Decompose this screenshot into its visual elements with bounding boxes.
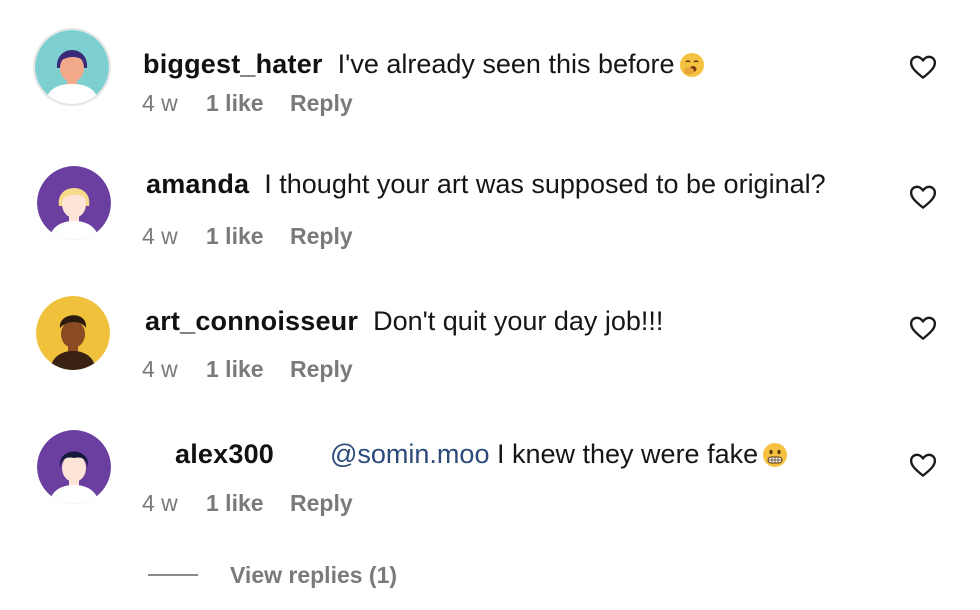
user-avatar-icon <box>37 166 111 240</box>
like-button[interactable] <box>908 182 938 212</box>
grimacing-face-emoji-icon <box>762 442 788 475</box>
avatar[interactable] <box>37 166 111 240</box>
comment-age: 4 w <box>142 490 178 516</box>
comment-text: alex300 <box>175 438 274 470</box>
comment-message: I thought your art was supposed to be or… <box>264 169 826 199</box>
comment-text: @somin.moo I knew they were fake <box>330 438 788 475</box>
comment-age: 4 w <box>142 223 178 249</box>
replies-divider <box>148 574 198 576</box>
comment-message: Don't quit your day job!!! <box>373 306 664 336</box>
like-button[interactable] <box>908 450 938 480</box>
user-avatar-icon <box>37 430 111 504</box>
like-count[interactable]: 1 like <box>206 223 290 250</box>
username[interactable]: art_connoisseur <box>145 306 358 336</box>
heart-icon <box>909 316 937 340</box>
username[interactable]: amanda <box>146 169 249 199</box>
comment-age: 4 w <box>142 356 178 382</box>
reply-button[interactable]: Reply <box>290 356 353 383</box>
like-count[interactable]: 1 like <box>206 490 290 517</box>
like-count[interactable]: 1 like <box>206 356 290 383</box>
comment-item: alex300 @somin.moo I knew they were fake… <box>0 0 980 516</box>
comment-meta: 4 w 1 like Reply <box>142 223 353 250</box>
username[interactable]: alex300 <box>175 439 274 469</box>
comment-message: I knew they were fake <box>496 439 759 469</box>
avatar[interactable] <box>37 430 111 504</box>
comment-meta: 4 w 1 like Reply <box>142 356 353 383</box>
like-button[interactable] <box>908 313 938 343</box>
heart-icon <box>909 453 937 477</box>
comment-text: amanda I thought your art was supposed t… <box>146 168 826 200</box>
mention-link[interactable]: @somin.moo <box>330 439 489 469</box>
view-replies-label: View replies (1) <box>230 561 398 588</box>
view-replies-button[interactable]: View replies (1) <box>148 558 397 592</box>
user-avatar-icon <box>36 296 110 370</box>
reply-button[interactable]: Reply <box>290 490 353 517</box>
comment-text: art_connoisseur Don't quit your day job!… <box>145 305 663 337</box>
comment-meta: 4 w 1 like Reply <box>142 490 353 517</box>
heart-icon <box>909 185 937 209</box>
avatar[interactable] <box>36 296 110 370</box>
reply-button[interactable]: Reply <box>290 223 353 250</box>
